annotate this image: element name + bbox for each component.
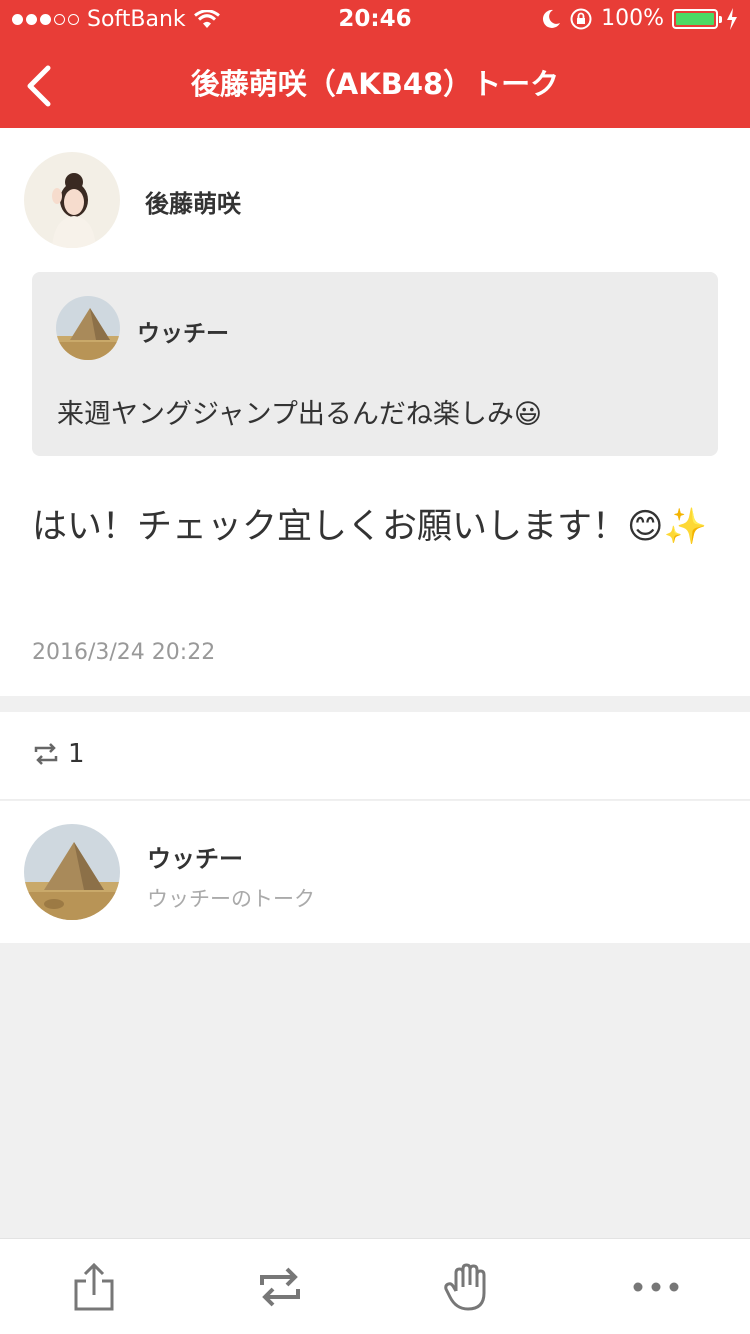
charging-bolt-icon: [727, 7, 737, 30]
repost-icon: [260, 1267, 300, 1307]
repost-summary: 1: [0, 712, 750, 800]
user-subtitle: ウッチーのトーク: [147, 887, 315, 911]
user-name: ウッチー: [147, 845, 243, 873]
status-bar: SoftBank 20:46 100%: [0, 0, 750, 40]
page-title: 後藤萌咲（AKB48）トーク: [190, 67, 560, 101]
share-icon: [74, 1262, 114, 1311]
post-card: 後藤萌咲 ウッチー 来週ヤングジャンプ出るんだね楽しみ😃 はい！チェック宜しくお…: [0, 128, 750, 696]
rotation-lock-icon: [570, 8, 592, 29]
repost-count: 1: [68, 739, 85, 769]
battery-icon: [672, 8, 722, 29]
quote-author-name: ウッチー: [137, 321, 229, 347]
like-button[interactable]: [442, 1261, 494, 1313]
app-header: SoftBank 20:46 100% 後藤萌咲（AKB48）トーク: [0, 0, 750, 128]
avatar[interactable]: [24, 824, 120, 920]
more-button[interactable]: [630, 1261, 682, 1313]
avatar[interactable]: [56, 296, 120, 360]
repost-icon: [34, 743, 58, 765]
hand-icon: [444, 1263, 486, 1311]
quote-text: 来週ヤングジャンプ出るんだね楽しみ😃: [57, 399, 542, 430]
bottom-toolbar: [0, 1238, 750, 1334]
list-item[interactable]: ウッチー ウッチーのトーク: [0, 801, 750, 943]
repost-button[interactable]: [254, 1261, 306, 1313]
moon-icon: [543, 9, 561, 28]
post-timestamp: 2016/3/24 20:22: [32, 640, 216, 665]
post-author-name[interactable]: 後藤萌咲: [145, 184, 241, 219]
quoted-message[interactable]: ウッチー 来週ヤングジャンプ出るんだね楽しみ😃: [32, 272, 718, 456]
post-body: はい！チェック宜しくお願いします！😊✨: [32, 507, 708, 547]
share-button[interactable]: [68, 1261, 120, 1313]
avatar[interactable]: [24, 152, 120, 248]
more-icon: [633, 1282, 679, 1292]
battery-percent: 100%: [601, 6, 664, 31]
